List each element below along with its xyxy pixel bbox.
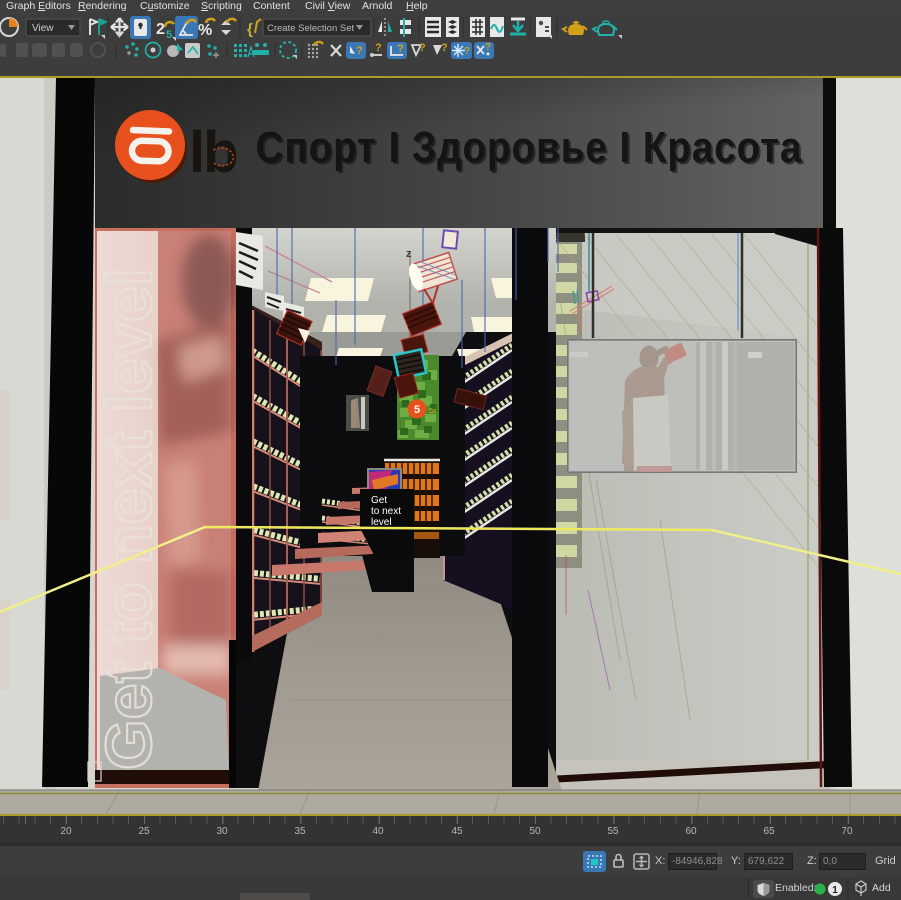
svg-text:?: ? [397, 43, 404, 55]
svg-text:?: ? [441, 42, 448, 54]
svg-text:%: % [198, 22, 212, 39]
svg-text:?: ? [464, 46, 470, 57]
svg-text:?: ? [375, 42, 382, 54]
svg-text:Get to next level: Get to next level [92, 268, 165, 770]
svg-text:2: 2 [156, 21, 165, 38]
svg-text:Create Selection Set: Create Selection Set [267, 23, 354, 34]
svg-text:5х: 5х [429, 408, 437, 415]
svg-text:5: 5 [414, 404, 420, 416]
svg-text:level: level [371, 517, 392, 528]
svg-text:?: ? [356, 45, 363, 57]
svg-text:1: 1 [832, 885, 838, 896]
svg-text:z: z [406, 248, 412, 260]
svg-text:Get: Get [371, 495, 387, 506]
svg-text:lb: lb [189, 120, 237, 185]
svg-text:Спорт I Здоровье I Красота: Спорт I Здоровье I Красота [256, 123, 803, 172]
svg-text:to next: to next [371, 506, 401, 517]
svg-text:?: ? [485, 42, 491, 53]
svg-text:{: { [247, 21, 253, 38]
svg-text:5: 5 [166, 29, 172, 41]
svg-text:View: View [32, 23, 54, 34]
svg-text:?: ? [419, 42, 426, 54]
